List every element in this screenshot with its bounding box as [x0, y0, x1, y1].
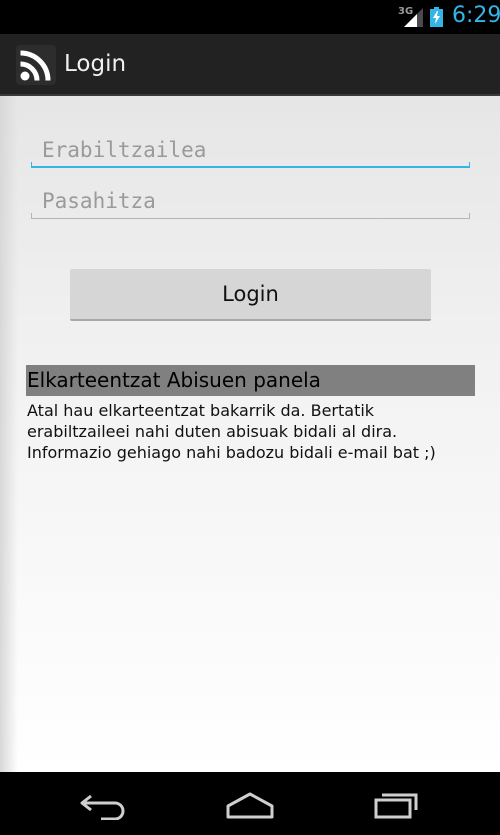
battery-charging-icon [430, 7, 443, 27]
status-clock: 6:29 [452, 3, 500, 28]
username-input[interactable] [31, 128, 470, 168]
page-title: Login [64, 51, 127, 77]
rss-icon[interactable] [16, 45, 56, 85]
username-underline [31, 162, 470, 168]
panel-description: Atal hau elkarteentzat bakarrik da. Bert… [27, 401, 436, 462]
password-input[interactable] [31, 179, 470, 219]
recents-icon[interactable] [370, 788, 426, 820]
login-button[interactable]: Login [70, 269, 431, 321]
password-field[interactable] [31, 179, 470, 219]
panel-title: Elkarteentzat Abisuen panela [26, 365, 475, 396]
username-field[interactable] [31, 128, 470, 168]
action-bar: Login [0, 34, 500, 96]
status-bar: 3G 6:29 [0, 0, 500, 34]
signal-icon [404, 8, 423, 27]
password-underline [31, 213, 470, 219]
home-icon[interactable] [222, 788, 278, 820]
back-icon[interactable] [77, 788, 133, 820]
navigation-bar [0, 772, 500, 835]
